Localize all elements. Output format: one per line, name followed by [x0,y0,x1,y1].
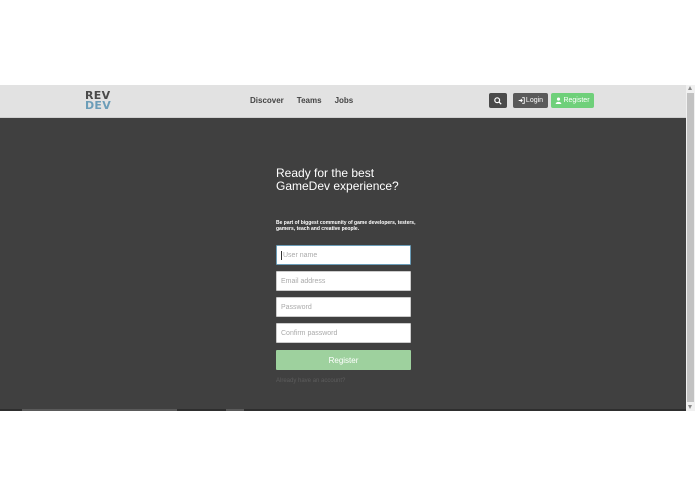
scroll-down-arrow-icon[interactable] [688,405,692,409]
hero-title: Ready for the best GameDev experience? [276,167,456,193]
login-prompt-link[interactable]: Already have an account? [276,378,345,384]
bottom-segment [226,409,244,411]
vertical-scrollbar[interactable] [686,85,695,411]
login-button[interactable]: Login [513,93,548,108]
email-input[interactable]: Email address [276,271,411,291]
logo[interactable]: REV DEV [85,90,112,112]
hero-subtitle: Be part of biggest community of game dev… [276,220,416,232]
register-submit-button[interactable]: Register [276,350,411,370]
password-input[interactable]: Password [276,297,411,317]
email-placeholder: Email address [281,277,326,285]
confirm-password-input[interactable]: Confirm password [276,323,411,343]
register-nav-label: Register [563,97,590,104]
logo-line-2: DEV [85,99,112,112]
password-placeholder: Password [281,303,312,311]
username-placeholder: User name [283,251,318,259]
top-navbar: REV DEV Discover Teams Jobs Login Regist… [0,85,686,118]
nav-teams[interactable]: Teams [297,96,322,105]
nav-jobs[interactable]: Jobs [335,96,354,105]
confirm-password-placeholder: Confirm password [281,329,338,337]
scroll-up-arrow-icon[interactable] [688,86,692,90]
nav-discover[interactable]: Discover [250,96,284,105]
hero-section: Ready for the best GameDev experience? B… [0,118,686,411]
hero-title-line-2: GameDev experience? [276,179,399,193]
browser-viewport: REV DEV Discover Teams Jobs Login Regist… [0,85,695,411]
user-icon [556,97,562,104]
register-nav-button[interactable]: Register [551,93,594,108]
bottom-strip [0,409,686,411]
username-input[interactable]: User name [276,245,411,265]
login-label: Login [525,97,544,104]
main-nav: Discover Teams Jobs [250,96,353,105]
search-icon [494,96,502,105]
search-button[interactable] [489,93,507,108]
bottom-segment [22,409,177,411]
sign-in-icon [518,97,525,104]
scroll-thumb[interactable] [687,93,694,402]
